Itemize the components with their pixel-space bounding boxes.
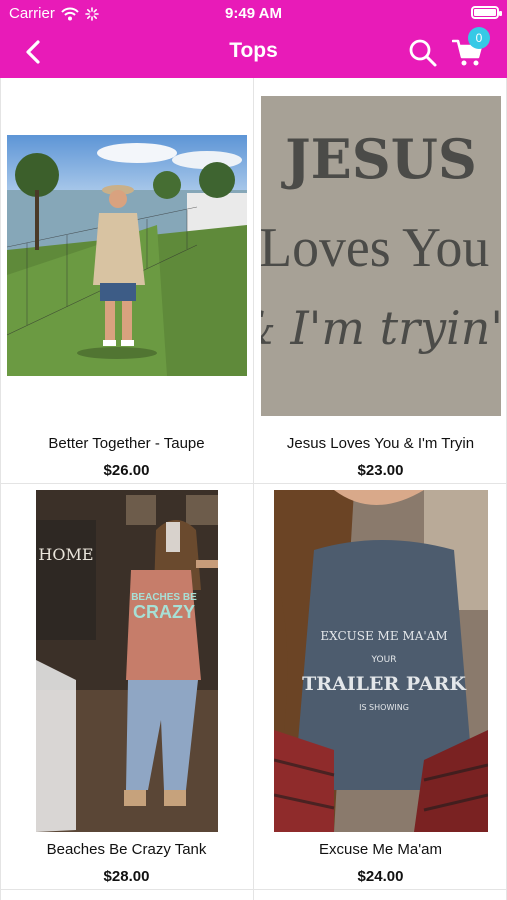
sign-text: HOME — [38, 545, 93, 564]
shirt-print-line2: Loves You — [261, 216, 489, 278]
shirt-print-line4: IS SHOWING — [359, 703, 409, 712]
product-name: Beaches Be Crazy Tank — [46, 841, 207, 858]
product-price: $24.00 — [357, 868, 404, 885]
product-price: $23.00 — [357, 462, 404, 479]
search-icon[interactable] — [408, 38, 438, 68]
product-image: JESUS Loves You & I'm tryin' — [261, 96, 501, 416]
product-card-excuse-me-maam[interactable]: EXCUSE ME MA'AM YOUR TRAILER PARK IS SHO… — [254, 484, 507, 889]
battery-icon — [471, 6, 502, 19]
status-bar: Carrier 9:49 AM — [0, 0, 507, 26]
shirt-print-line1: EXCUSE ME MA'AM — [320, 629, 447, 643]
shirt-print-line2: CRAZY — [133, 602, 195, 622]
shirt-print-line3: TRAILER PARK — [302, 673, 467, 695]
status-time: 9:49 AM — [225, 5, 282, 22]
product-card-better-together[interactable]: Better Together - Taupe $26.00 — [0, 78, 253, 483]
product-grid: Better Together - Taupe $26.00 JESUS Lov… — [0, 78, 507, 900]
product-name: Better Together - Taupe — [48, 435, 205, 452]
product-card-jesus-loves-you[interactable]: JESUS Loves You & I'm tryin' Jesus Loves… — [254, 78, 507, 483]
product-name: Excuse Me Ma'am — [319, 841, 442, 858]
product-name: Jesus Loves You & I'm Tryin — [286, 435, 475, 452]
shirt-print-line2: YOUR — [371, 655, 397, 665]
shirt-print-line1: JESUS — [281, 127, 477, 191]
product-image: EXCUSE ME MA'AM YOUR TRAILER PARK IS SHO… — [274, 490, 488, 832]
product-price: $26.00 — [103, 462, 150, 479]
shirt-print-line3: & I'm tryin' — [261, 301, 501, 355]
cart-count-badge: 0 — [468, 27, 490, 49]
product-card-beaches-be-crazy[interactable]: HOME BEACHES BE CRAZY Beaches Be Crazy T… — [0, 484, 253, 889]
product-image — [7, 135, 247, 376]
nav-bar: Tops 0 — [0, 26, 507, 78]
product-price: $28.00 — [103, 868, 150, 885]
product-image: HOME BEACHES BE CRAZY — [36, 490, 218, 832]
